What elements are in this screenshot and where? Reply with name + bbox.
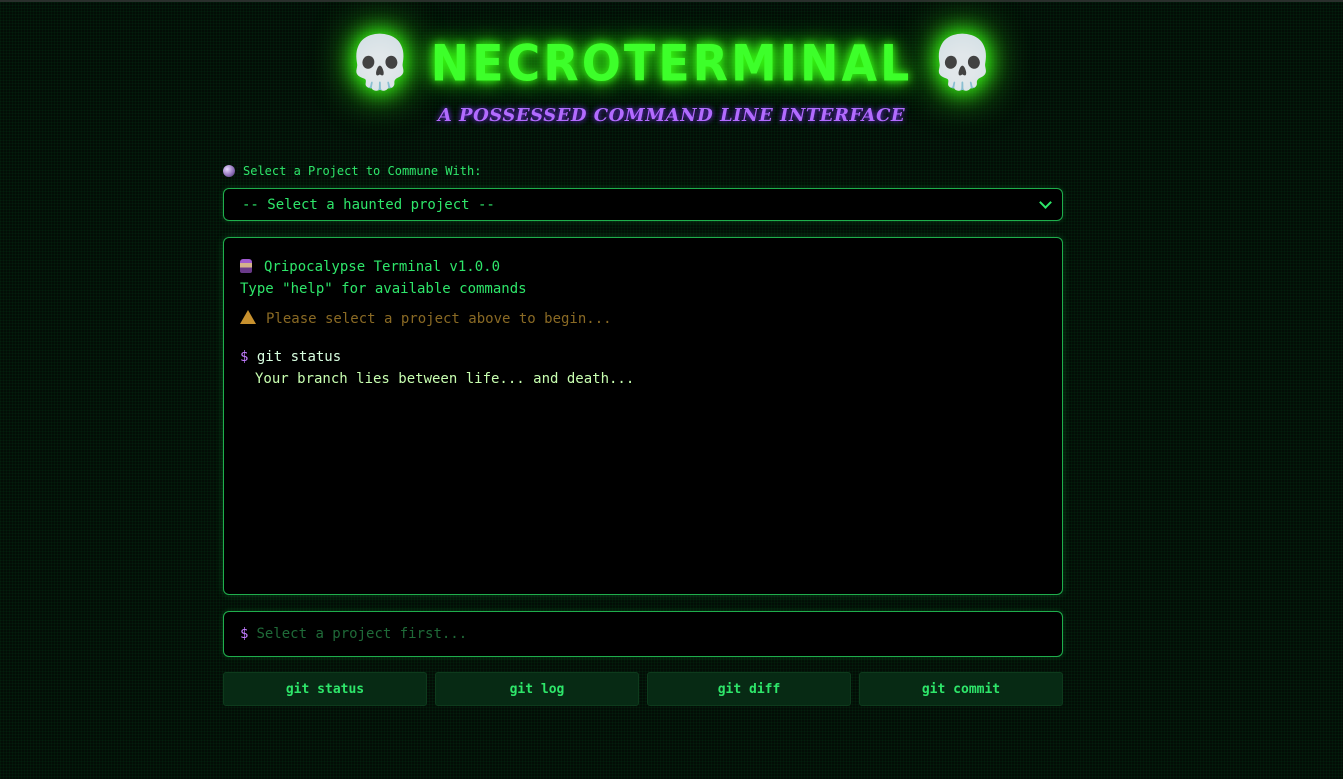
project-select-label-text: Select a Project to Commune With: [243,164,482,178]
project-select-value: -- Select a haunted project -- [242,196,495,213]
app-header: 💀 NECROTERMINAL 💀 A POSSESSED COMMAND LI… [0,30,1343,126]
prompt-symbol: $ [240,349,249,365]
skull-icon: 💀 [347,33,413,93]
git-commit-button[interactable]: git commit [859,672,1063,706]
project-select-label: Select a Project to Commune With: [223,162,1063,180]
warning-icon [240,310,256,324]
crystal-ball-icon [223,165,235,177]
project-select[interactable]: -- Select a haunted project -- [223,188,1063,221]
terminal-command-output: Your branch lies between life... and dea… [255,371,635,387]
terminal-hint-line: Type "help" for available commands [240,281,527,297]
app-subtitle: A POSSESSED COMMAND LINE INTERFACE [437,105,906,126]
app-title: NECROTERMINAL [430,33,913,93]
input-prompt-symbol: $ [240,626,249,642]
skull-icon: 💀 [930,33,996,93]
terminal-output: Qripocalypse Terminal v1.0.0 Type "help"… [223,237,1063,595]
command-input-container[interactable]: $ [223,611,1063,657]
terminal-welcome-line: Qripocalypse Terminal v1.0.0 [240,256,1046,278]
quick-command-buttons: git status git log git diff git commit [223,672,1063,706]
terminal-command-line: $ git status [240,346,1046,368]
git-log-button[interactable]: git log [435,672,639,706]
terminal-warning-line: Please select a project above to begin..… [240,308,1046,330]
terminal-welcome-text: Qripocalypse Terminal v1.0.0 [264,259,501,275]
main-container: Select a Project to Commune With: -- Sel… [223,162,1063,706]
title-row: 💀 NECROTERMINAL 💀 [0,30,1343,96]
terminal-warning-text: Please select a project above to begin..… [266,311,612,327]
command-input[interactable] [256,626,1046,642]
git-diff-button[interactable]: git diff [647,672,851,706]
git-status-button[interactable]: git status [223,672,427,706]
chevron-down-icon [1039,196,1052,209]
zombie-icon [240,259,252,273]
terminal-command-text: git status [256,349,342,365]
